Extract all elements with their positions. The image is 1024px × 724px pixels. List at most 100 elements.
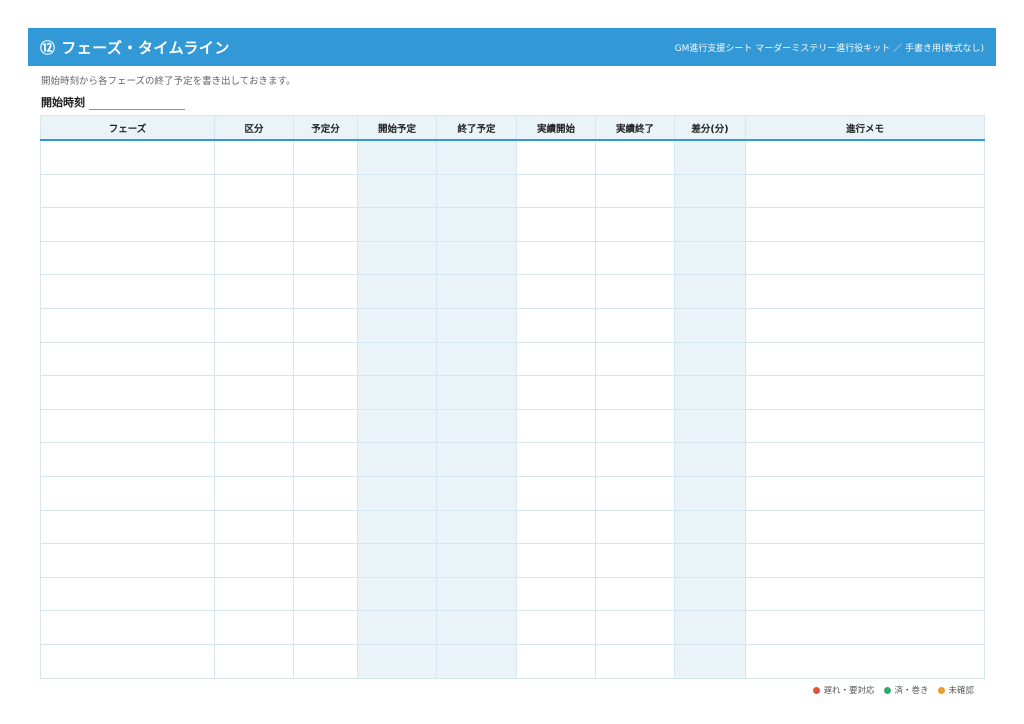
difference-cell[interactable] bbox=[674, 408, 746, 444]
planned-start-cell[interactable] bbox=[357, 442, 437, 477]
category-cell[interactable] bbox=[214, 475, 294, 511]
memo-cell[interactable] bbox=[745, 543, 985, 578]
actual-start-cell[interactable] bbox=[516, 643, 596, 679]
planned-start-cell[interactable] bbox=[357, 375, 437, 410]
memo-cell[interactable] bbox=[745, 173, 985, 209]
planned-minutes-cell[interactable] bbox=[293, 475, 358, 511]
actual-end-cell[interactable] bbox=[595, 643, 675, 679]
actual-end-cell[interactable] bbox=[595, 274, 675, 309]
planned-minutes-cell[interactable] bbox=[293, 173, 358, 209]
planned-end-cell[interactable] bbox=[436, 576, 517, 612]
planned-end-cell[interactable] bbox=[436, 240, 517, 276]
phase-cell[interactable] bbox=[40, 240, 215, 276]
planned-start-cell[interactable] bbox=[357, 543, 437, 578]
difference-cell[interactable] bbox=[674, 240, 746, 276]
phase-cell[interactable] bbox=[40, 341, 215, 377]
planned-start-cell[interactable] bbox=[357, 576, 437, 612]
actual-end-cell[interactable] bbox=[595, 408, 675, 444]
planned-minutes-cell[interactable] bbox=[293, 442, 358, 477]
planned-minutes-cell[interactable] bbox=[293, 207, 358, 242]
actual-end-cell[interactable] bbox=[595, 375, 675, 410]
phase-cell[interactable] bbox=[40, 576, 215, 612]
difference-cell[interactable] bbox=[674, 307, 746, 343]
planned-start-cell[interactable] bbox=[357, 139, 437, 175]
difference-cell[interactable] bbox=[674, 610, 746, 645]
difference-cell[interactable] bbox=[674, 643, 746, 679]
phase-cell[interactable] bbox=[40, 509, 215, 545]
planned-minutes-cell[interactable] bbox=[293, 643, 358, 679]
actual-start-cell[interactable] bbox=[516, 509, 596, 545]
planned-minutes-cell[interactable] bbox=[293, 576, 358, 612]
planned-minutes-cell[interactable] bbox=[293, 610, 358, 645]
difference-cell[interactable] bbox=[674, 139, 746, 175]
planned-minutes-cell[interactable] bbox=[293, 139, 358, 175]
category-cell[interactable] bbox=[214, 576, 294, 612]
memo-cell[interactable] bbox=[745, 408, 985, 444]
actual-start-cell[interactable] bbox=[516, 610, 596, 645]
planned-start-cell[interactable] bbox=[357, 610, 437, 645]
planned-end-cell[interactable] bbox=[436, 173, 517, 209]
difference-cell[interactable] bbox=[674, 509, 746, 545]
planned-end-cell[interactable] bbox=[436, 610, 517, 645]
planned-end-cell[interactable] bbox=[436, 475, 517, 511]
planned-end-cell[interactable] bbox=[436, 207, 517, 242]
actual-start-cell[interactable] bbox=[516, 408, 596, 444]
planned-start-cell[interactable] bbox=[357, 509, 437, 545]
category-cell[interactable] bbox=[214, 509, 294, 545]
planned-end-cell[interactable] bbox=[436, 375, 517, 410]
planned-minutes-cell[interactable] bbox=[293, 408, 358, 444]
planned-end-cell[interactable] bbox=[436, 643, 517, 679]
planned-minutes-cell[interactable] bbox=[293, 375, 358, 410]
memo-cell[interactable] bbox=[745, 610, 985, 645]
difference-cell[interactable] bbox=[674, 207, 746, 242]
actual-start-cell[interactable] bbox=[516, 375, 596, 410]
phase-cell[interactable] bbox=[40, 543, 215, 578]
actual-start-cell[interactable] bbox=[516, 475, 596, 511]
actual-end-cell[interactable] bbox=[595, 509, 675, 545]
start-time-blank[interactable] bbox=[89, 97, 185, 110]
category-cell[interactable] bbox=[214, 341, 294, 377]
actual-start-cell[interactable] bbox=[516, 307, 596, 343]
phase-cell[interactable] bbox=[40, 207, 215, 242]
difference-cell[interactable] bbox=[674, 442, 746, 477]
actual-start-cell[interactable] bbox=[516, 240, 596, 276]
memo-cell[interactable] bbox=[745, 307, 985, 343]
phase-cell[interactable] bbox=[40, 274, 215, 309]
planned-end-cell[interactable] bbox=[436, 509, 517, 545]
actual-start-cell[interactable] bbox=[516, 274, 596, 309]
planned-start-cell[interactable] bbox=[357, 207, 437, 242]
actual-end-cell[interactable] bbox=[595, 307, 675, 343]
planned-minutes-cell[interactable] bbox=[293, 274, 358, 309]
actual-end-cell[interactable] bbox=[595, 475, 675, 511]
memo-cell[interactable] bbox=[745, 341, 985, 377]
phase-cell[interactable] bbox=[40, 307, 215, 343]
actual-end-cell[interactable] bbox=[595, 341, 675, 377]
memo-cell[interactable] bbox=[745, 274, 985, 309]
phase-cell[interactable] bbox=[40, 173, 215, 209]
planned-start-cell[interactable] bbox=[357, 408, 437, 444]
memo-cell[interactable] bbox=[745, 643, 985, 679]
planned-end-cell[interactable] bbox=[436, 408, 517, 444]
planned-end-cell[interactable] bbox=[436, 543, 517, 578]
memo-cell[interactable] bbox=[745, 442, 985, 477]
planned-minutes-cell[interactable] bbox=[293, 543, 358, 578]
actual-start-cell[interactable] bbox=[516, 139, 596, 175]
planned-minutes-cell[interactable] bbox=[293, 509, 358, 545]
planned-end-cell[interactable] bbox=[436, 442, 517, 477]
phase-cell[interactable] bbox=[40, 475, 215, 511]
category-cell[interactable] bbox=[214, 610, 294, 645]
planned-end-cell[interactable] bbox=[436, 139, 517, 175]
category-cell[interactable] bbox=[214, 307, 294, 343]
actual-end-cell[interactable] bbox=[595, 442, 675, 477]
phase-cell[interactable] bbox=[40, 408, 215, 444]
category-cell[interactable] bbox=[214, 139, 294, 175]
memo-cell[interactable] bbox=[745, 240, 985, 276]
planned-start-cell[interactable] bbox=[357, 173, 437, 209]
planned-end-cell[interactable] bbox=[436, 307, 517, 343]
planned-end-cell[interactable] bbox=[436, 341, 517, 377]
difference-cell[interactable] bbox=[674, 475, 746, 511]
category-cell[interactable] bbox=[214, 274, 294, 309]
actual-start-cell[interactable] bbox=[516, 442, 596, 477]
category-cell[interactable] bbox=[214, 240, 294, 276]
memo-cell[interactable] bbox=[745, 139, 985, 175]
